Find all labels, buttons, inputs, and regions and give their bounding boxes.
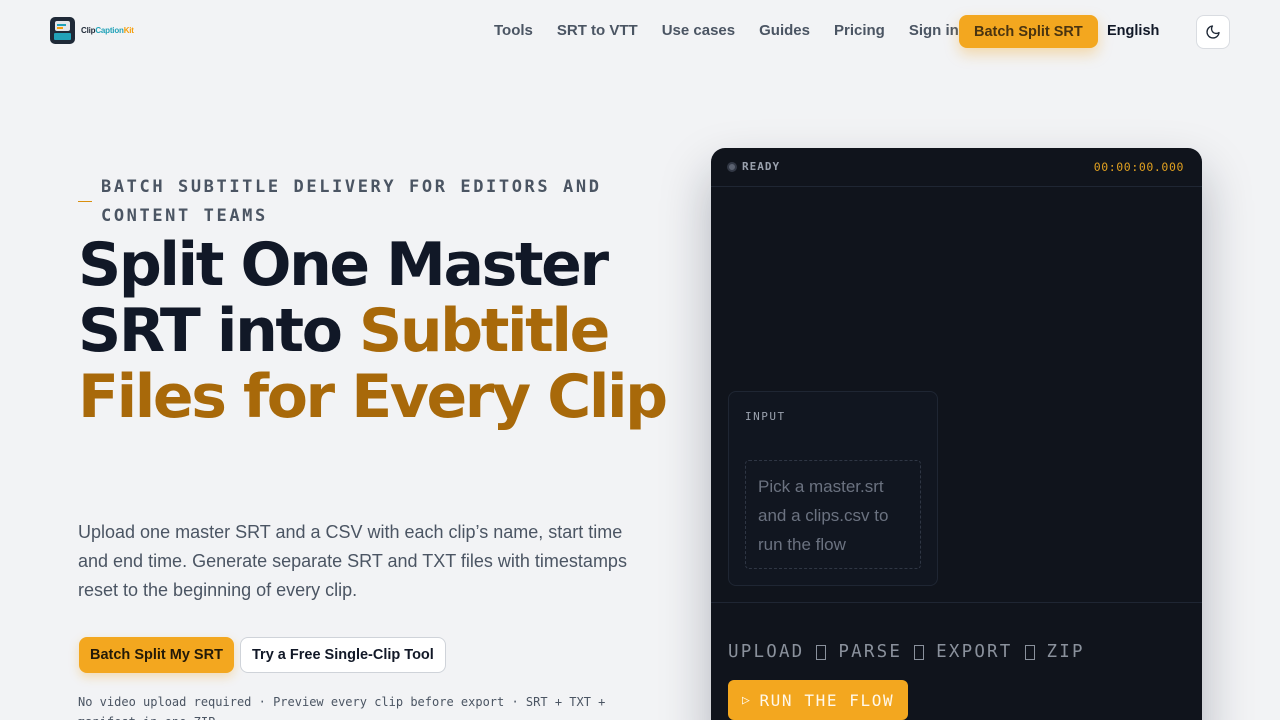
run-the-flow-button[interactable]: ▷ RUN THE FLOW: [728, 680, 909, 720]
step-separator-icon: [914, 644, 925, 660]
nav-sign-in[interactable]: Sign in: [909, 22, 959, 39]
moon-icon: [1206, 25, 1220, 39]
nav-guides[interactable]: Guides: [759, 22, 810, 39]
step-zip: ZIP: [1046, 642, 1085, 662]
hero-eyebrow: BATCH SUBTITLE DELIVERY FOR EDITORS AND …: [101, 177, 602, 226]
batch-split-my-srt-button[interactable]: Batch Split My SRT: [79, 637, 234, 673]
status-text: READY: [742, 160, 781, 173]
brand-name-part3: Kit: [123, 26, 134, 35]
hero-fineprint: No video upload required · Preview every…: [78, 695, 606, 720]
file-dropzone[interactable]: Pick a master.srt and a clips.csv to run…: [745, 460, 921, 569]
input-label: INPUT: [745, 410, 786, 423]
brand-name-part2: Caption: [95, 26, 124, 35]
hero-subtext: Upload one master SRT and a CSV with eac…: [78, 522, 627, 600]
demo-panel: READY 00:00:00.000 INPUT Pick a master.s…: [711, 148, 1202, 720]
brand-logo[interactable]: ClipCaptionKit: [50, 17, 134, 44]
flow-steps: UPLOAD PARSE EXPORT ZIP: [728, 642, 1085, 662]
status-indicator-icon: [727, 162, 737, 172]
brand-name: ClipCaptionKit: [81, 26, 134, 35]
language-selector[interactable]: English: [1107, 23, 1159, 39]
input-card: INPUT Pick a master.srt and a clips.csv …: [728, 391, 938, 586]
nav-use-cases[interactable]: Use cases: [662, 22, 735, 39]
step-separator-icon: [1024, 644, 1035, 660]
panel-status-bar: READY 00:00:00.000: [711, 148, 1202, 187]
panel-divider: [711, 602, 1202, 603]
dropzone-text: Pick a master.srt and a clips.csv to run…: [758, 477, 889, 554]
play-icon: ▷: [742, 692, 752, 708]
timer-readout: 00:00:00.000: [1093, 160, 1184, 174]
eyebrow-accent-line: [78, 201, 92, 202]
nav-tools[interactable]: Tools: [494, 22, 533, 39]
step-upload: UPLOAD: [728, 642, 805, 662]
free-single-clip-tool-button[interactable]: Try a Free Single-Clip Tool: [240, 637, 446, 673]
hero-headline: Split One Master SRT into Subtitle Files…: [78, 232, 678, 430]
brand-name-part1: Clip: [81, 26, 96, 35]
step-parse: PARSE: [838, 642, 903, 662]
logo-icon: [50, 17, 75, 44]
step-export: EXPORT: [936, 642, 1013, 662]
main-nav: Tools SRT to VTT Use cases Guides Pricin…: [494, 22, 983, 39]
site-header: ClipCaptionKit Tools SRT to VTT Use case…: [0, 0, 1280, 62]
run-button-label: RUN THE FLOW: [759, 690, 895, 710]
step-separator-icon: [816, 644, 827, 660]
nav-pricing[interactable]: Pricing: [834, 22, 885, 39]
batch-split-srt-button[interactable]: Batch Split SRT: [959, 15, 1098, 48]
nav-srt-to-vtt[interactable]: SRT to VTT: [557, 22, 638, 39]
theme-toggle-button[interactable]: [1196, 15, 1230, 49]
